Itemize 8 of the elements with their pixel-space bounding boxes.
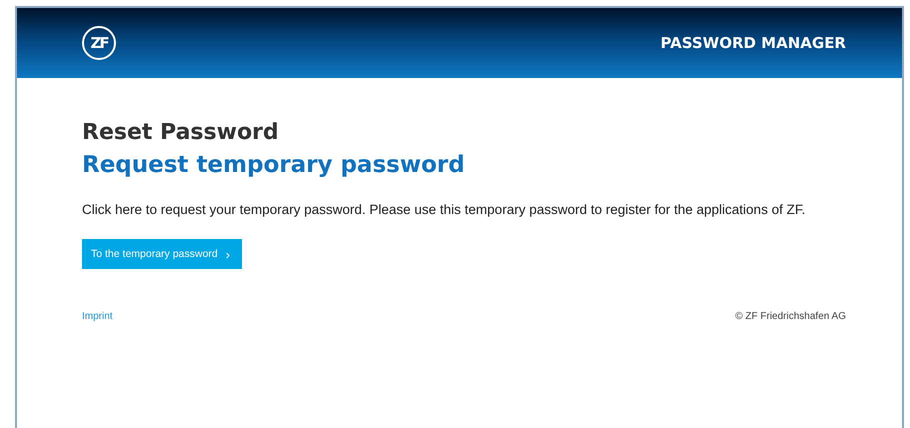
description-text: Click here to request your temporary password. Please use this temporary password to register for the applications of ZF. [82,202,806,217]
copyright-text: © ZF Friedrichshafen AG [735,311,846,322]
page-heading: Reset Password [82,119,280,147]
imprint-link[interactable]: Imprint [82,311,113,322]
app-title: PASSWORD MANAGER [660,34,846,52]
temporary-password-button[interactable]: To the temporary password › [82,239,242,269]
page-subheading: Request temporary password [82,151,466,180]
logo: ZF [82,26,116,60]
